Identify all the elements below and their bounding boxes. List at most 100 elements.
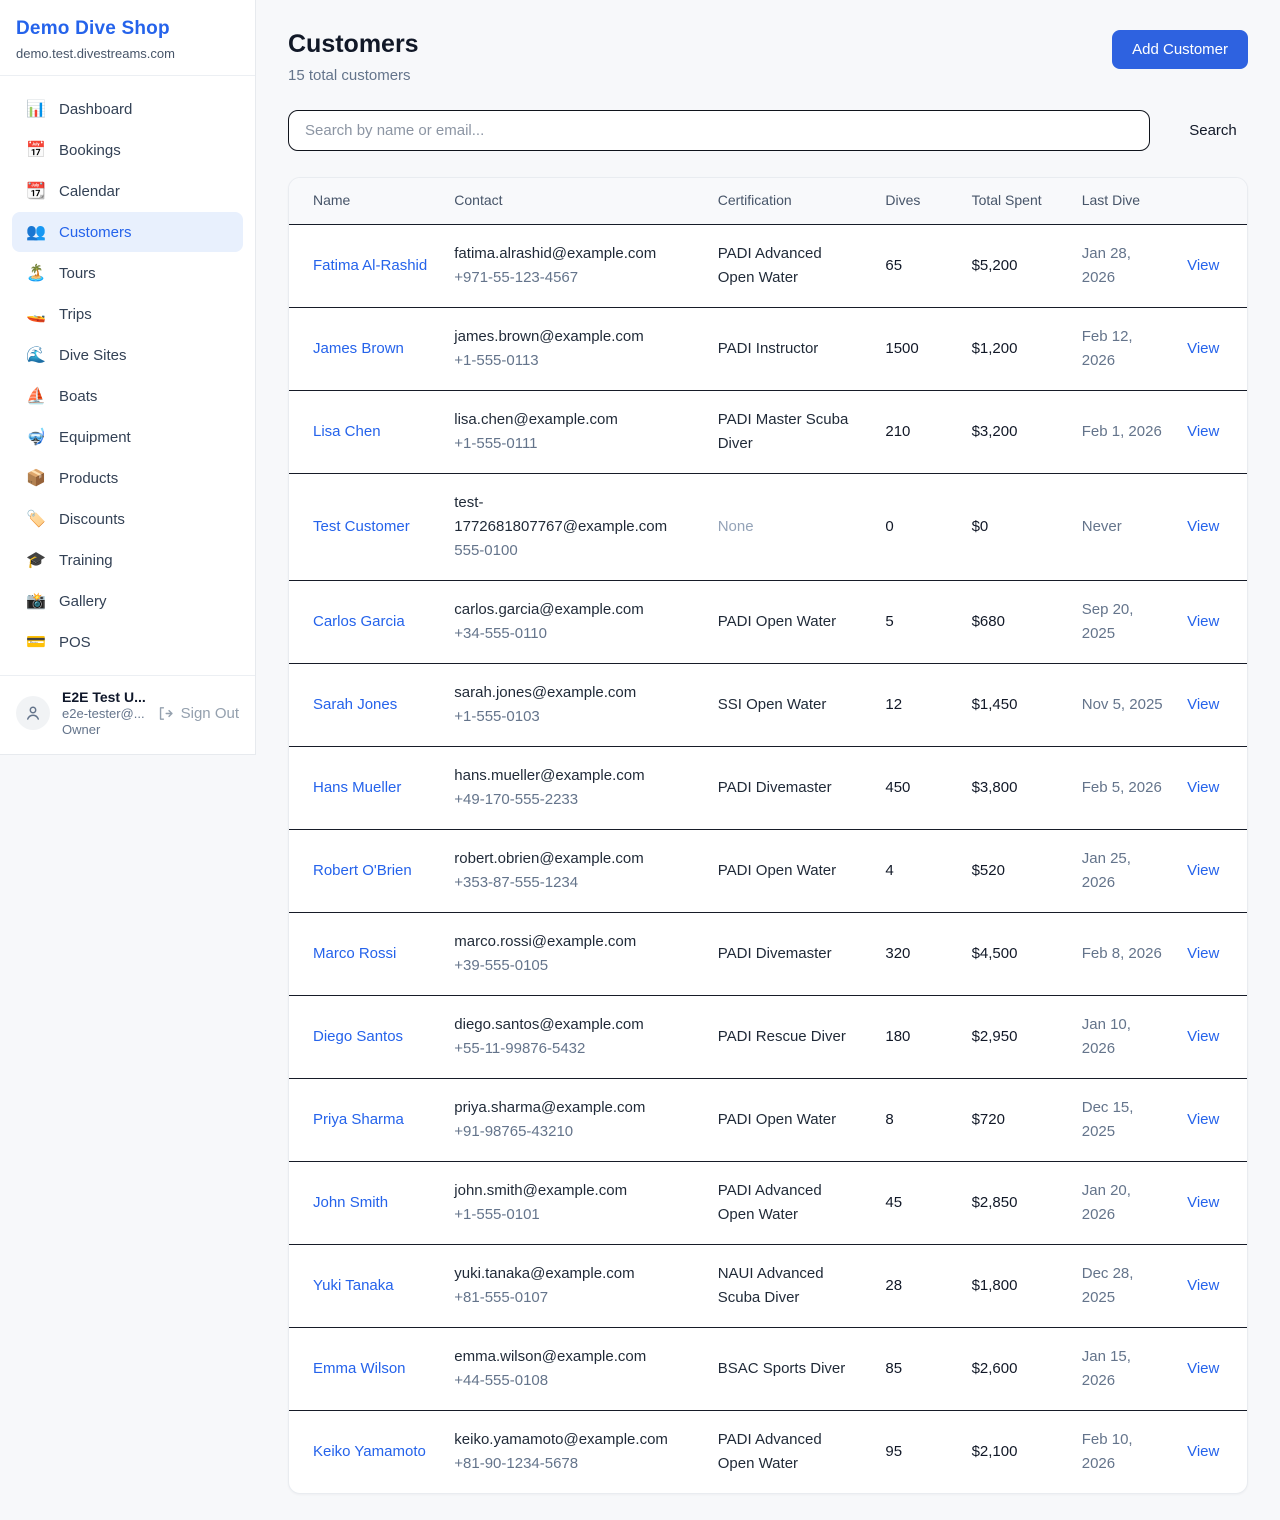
view-customer-link[interactable]: View: [1187, 257, 1219, 274]
sign-out-button[interactable]: Sign Out: [157, 705, 239, 722]
customer-email: priya.sharma@example.com: [454, 1096, 693, 1120]
table-row: Lisa Chen lisa.chen@example.com+1-555-011…: [289, 390, 1247, 473]
total-spent-cell: $2,100: [960, 1410, 1070, 1493]
sidebar-item-customers[interactable]: 👥Customers: [12, 212, 243, 252]
last-dive-cell: Jan 10, 2026: [1070, 995, 1175, 1078]
customer-name-link[interactable]: Marco Rossi: [313, 945, 396, 962]
total-spent-cell: $4,500: [960, 912, 1070, 995]
customer-name-cell: Diego Santos: [289, 995, 442, 1078]
customer-name-link[interactable]: Robert O'Brien: [313, 862, 412, 879]
main-content: Customers 15 total customers Add Custome…: [256, 0, 1280, 1520]
last-dive-cell: Jan 20, 2026: [1070, 1161, 1175, 1244]
customer-name-cell: Hans Mueller: [289, 746, 442, 829]
customer-name-link[interactable]: Carlos Garcia: [313, 613, 405, 630]
dives-cell: 450: [873, 746, 959, 829]
view-customer-link[interactable]: View: [1187, 340, 1219, 357]
certification-cell: PADI Advanced Open Water: [706, 224, 874, 307]
page-header-text: Customers 15 total customers: [288, 30, 419, 84]
view-customer-link[interactable]: View: [1187, 696, 1219, 713]
view-customer-link[interactable]: View: [1187, 613, 1219, 630]
view-customer-link[interactable]: View: [1187, 862, 1219, 879]
table-header: NameContactCertificationDivesTotal Spent…: [289, 178, 1247, 224]
column-header-contact: Contact: [442, 178, 705, 224]
sidebar-item-label: Products: [59, 470, 118, 487]
search-input[interactable]: [288, 110, 1150, 151]
view-customer-link[interactable]: View: [1187, 1194, 1219, 1211]
user-email: e2e-tester@...: [62, 706, 145, 721]
certification-cell: SSI Open Water: [706, 663, 874, 746]
sidebar-item-discounts[interactable]: 🏷️Discounts: [12, 499, 243, 539]
search-button[interactable]: Search: [1178, 114, 1248, 147]
sidebar-item-bookings[interactable]: 📅Bookings: [12, 130, 243, 170]
last-dive-cell: Jan 25, 2026: [1070, 829, 1175, 912]
view-customer-link[interactable]: View: [1187, 423, 1219, 440]
customer-name-link[interactable]: Fatima Al-Rashid: [313, 257, 427, 274]
bar-chart-icon: 📊: [26, 99, 46, 119]
customer-name-link[interactable]: Diego Santos: [313, 1028, 403, 1045]
customer-name-link[interactable]: Yuki Tanaka: [313, 1277, 394, 1294]
certification-cell: PADI Rescue Diver: [706, 995, 874, 1078]
customer-email: james.brown@example.com: [454, 325, 693, 349]
person-icon: [24, 704, 42, 722]
sidebar-item-pos[interactable]: 💳POS: [12, 622, 243, 662]
customer-name-link[interactable]: Keiko Yamamoto: [313, 1443, 426, 1460]
view-customer-link[interactable]: View: [1187, 1443, 1219, 1460]
last-dive-cell: Feb 5, 2026: [1070, 746, 1175, 829]
customer-name-link[interactable]: James Brown: [313, 340, 404, 357]
view-customer-link[interactable]: View: [1187, 1028, 1219, 1045]
view-customer-link[interactable]: View: [1187, 1111, 1219, 1128]
certification-cell: PADI Master Scuba Diver: [706, 390, 874, 473]
customer-email: sarah.jones@example.com: [454, 681, 693, 705]
column-header-total-spent: Total Spent: [960, 178, 1070, 224]
sidebar-item-dive-sites[interactable]: 🌊Dive Sites: [12, 335, 243, 375]
view-customer-link[interactable]: View: [1187, 1360, 1219, 1377]
sidebar-item-equipment[interactable]: 🤿Equipment: [12, 417, 243, 457]
view-customer-link[interactable]: View: [1187, 945, 1219, 962]
customer-name-cell: Priya Sharma: [289, 1078, 442, 1161]
customer-contact-cell: lisa.chen@example.com+1-555-0111: [442, 390, 705, 473]
customer-phone: +55-11-99876-5432: [454, 1037, 693, 1061]
customer-name-link[interactable]: Test Customer: [313, 518, 410, 535]
view-customer-link[interactable]: View: [1187, 779, 1219, 796]
dives-cell: 320: [873, 912, 959, 995]
certification-value: PADI Advanced Open Water: [718, 245, 822, 286]
actions-cell: View: [1175, 912, 1247, 995]
customer-name-link[interactable]: Lisa Chen: [313, 423, 381, 440]
certification-value: PADI Rescue Diver: [718, 1028, 846, 1045]
tear-off-calendar-icon: 📆: [26, 181, 46, 201]
customer-name-link[interactable]: Sarah Jones: [313, 696, 397, 713]
last-dive-cell: Nov 5, 2025: [1070, 663, 1175, 746]
customer-email: fatima.alrashid@example.com: [454, 242, 693, 266]
sidebar-item-training[interactable]: 🎓Training: [12, 540, 243, 580]
customer-phone: +971-55-123-4567: [454, 266, 693, 290]
certification-cell: BSAC Sports Diver: [706, 1327, 874, 1410]
sidebar: Demo Dive Shop demo.test.divestreams.com…: [0, 0, 256, 755]
sidebar-item-calendar[interactable]: 📆Calendar: [12, 171, 243, 211]
user-role: Owner: [62, 722, 145, 737]
sidebar-item-boats[interactable]: ⛵Boats: [12, 376, 243, 416]
table-row: Hans Muellerhans.mueller@example.com+49-…: [289, 746, 1247, 829]
sidebar-item-tours[interactable]: 🏝️Tours: [12, 253, 243, 293]
customer-name-link[interactable]: Emma Wilson: [313, 1360, 406, 1377]
sidebar-item-products[interactable]: 📦Products: [12, 458, 243, 498]
customer-name-link[interactable]: John Smith: [313, 1194, 388, 1211]
table-row: Emma Wilsonemma.wilson@example.com+44-55…: [289, 1327, 1247, 1410]
sidebar-item-label: Discounts: [59, 511, 125, 528]
sidebar-item-label: Customers: [59, 224, 132, 241]
table-row: Diego Santosdiego.santos@example.com+55-…: [289, 995, 1247, 1078]
view-customer-link[interactable]: View: [1187, 518, 1219, 535]
sidebar-item-trips[interactable]: 🚤Trips: [12, 294, 243, 334]
certification-value: PADI Open Water: [718, 613, 836, 630]
view-customer-link[interactable]: View: [1187, 1277, 1219, 1294]
customer-name-link[interactable]: Hans Mueller: [313, 779, 401, 796]
customer-name-link[interactable]: Priya Sharma: [313, 1111, 404, 1128]
certification-cell: PADI Advanced Open Water: [706, 1161, 874, 1244]
sidebar-item-gallery[interactable]: 📸Gallery: [12, 581, 243, 621]
table-row: Robert O'Brienrobert.obrien@example.com+…: [289, 829, 1247, 912]
customer-phone: +39-555-0105: [454, 954, 693, 978]
add-customer-button[interactable]: Add Customer: [1112, 30, 1248, 69]
sidebar-item-dashboard[interactable]: 📊Dashboard: [12, 89, 243, 129]
total-spent-cell: $5,200: [960, 224, 1070, 307]
customer-phone: +34-555-0110: [454, 622, 693, 646]
sidebar-item-label: Gallery: [59, 593, 107, 610]
